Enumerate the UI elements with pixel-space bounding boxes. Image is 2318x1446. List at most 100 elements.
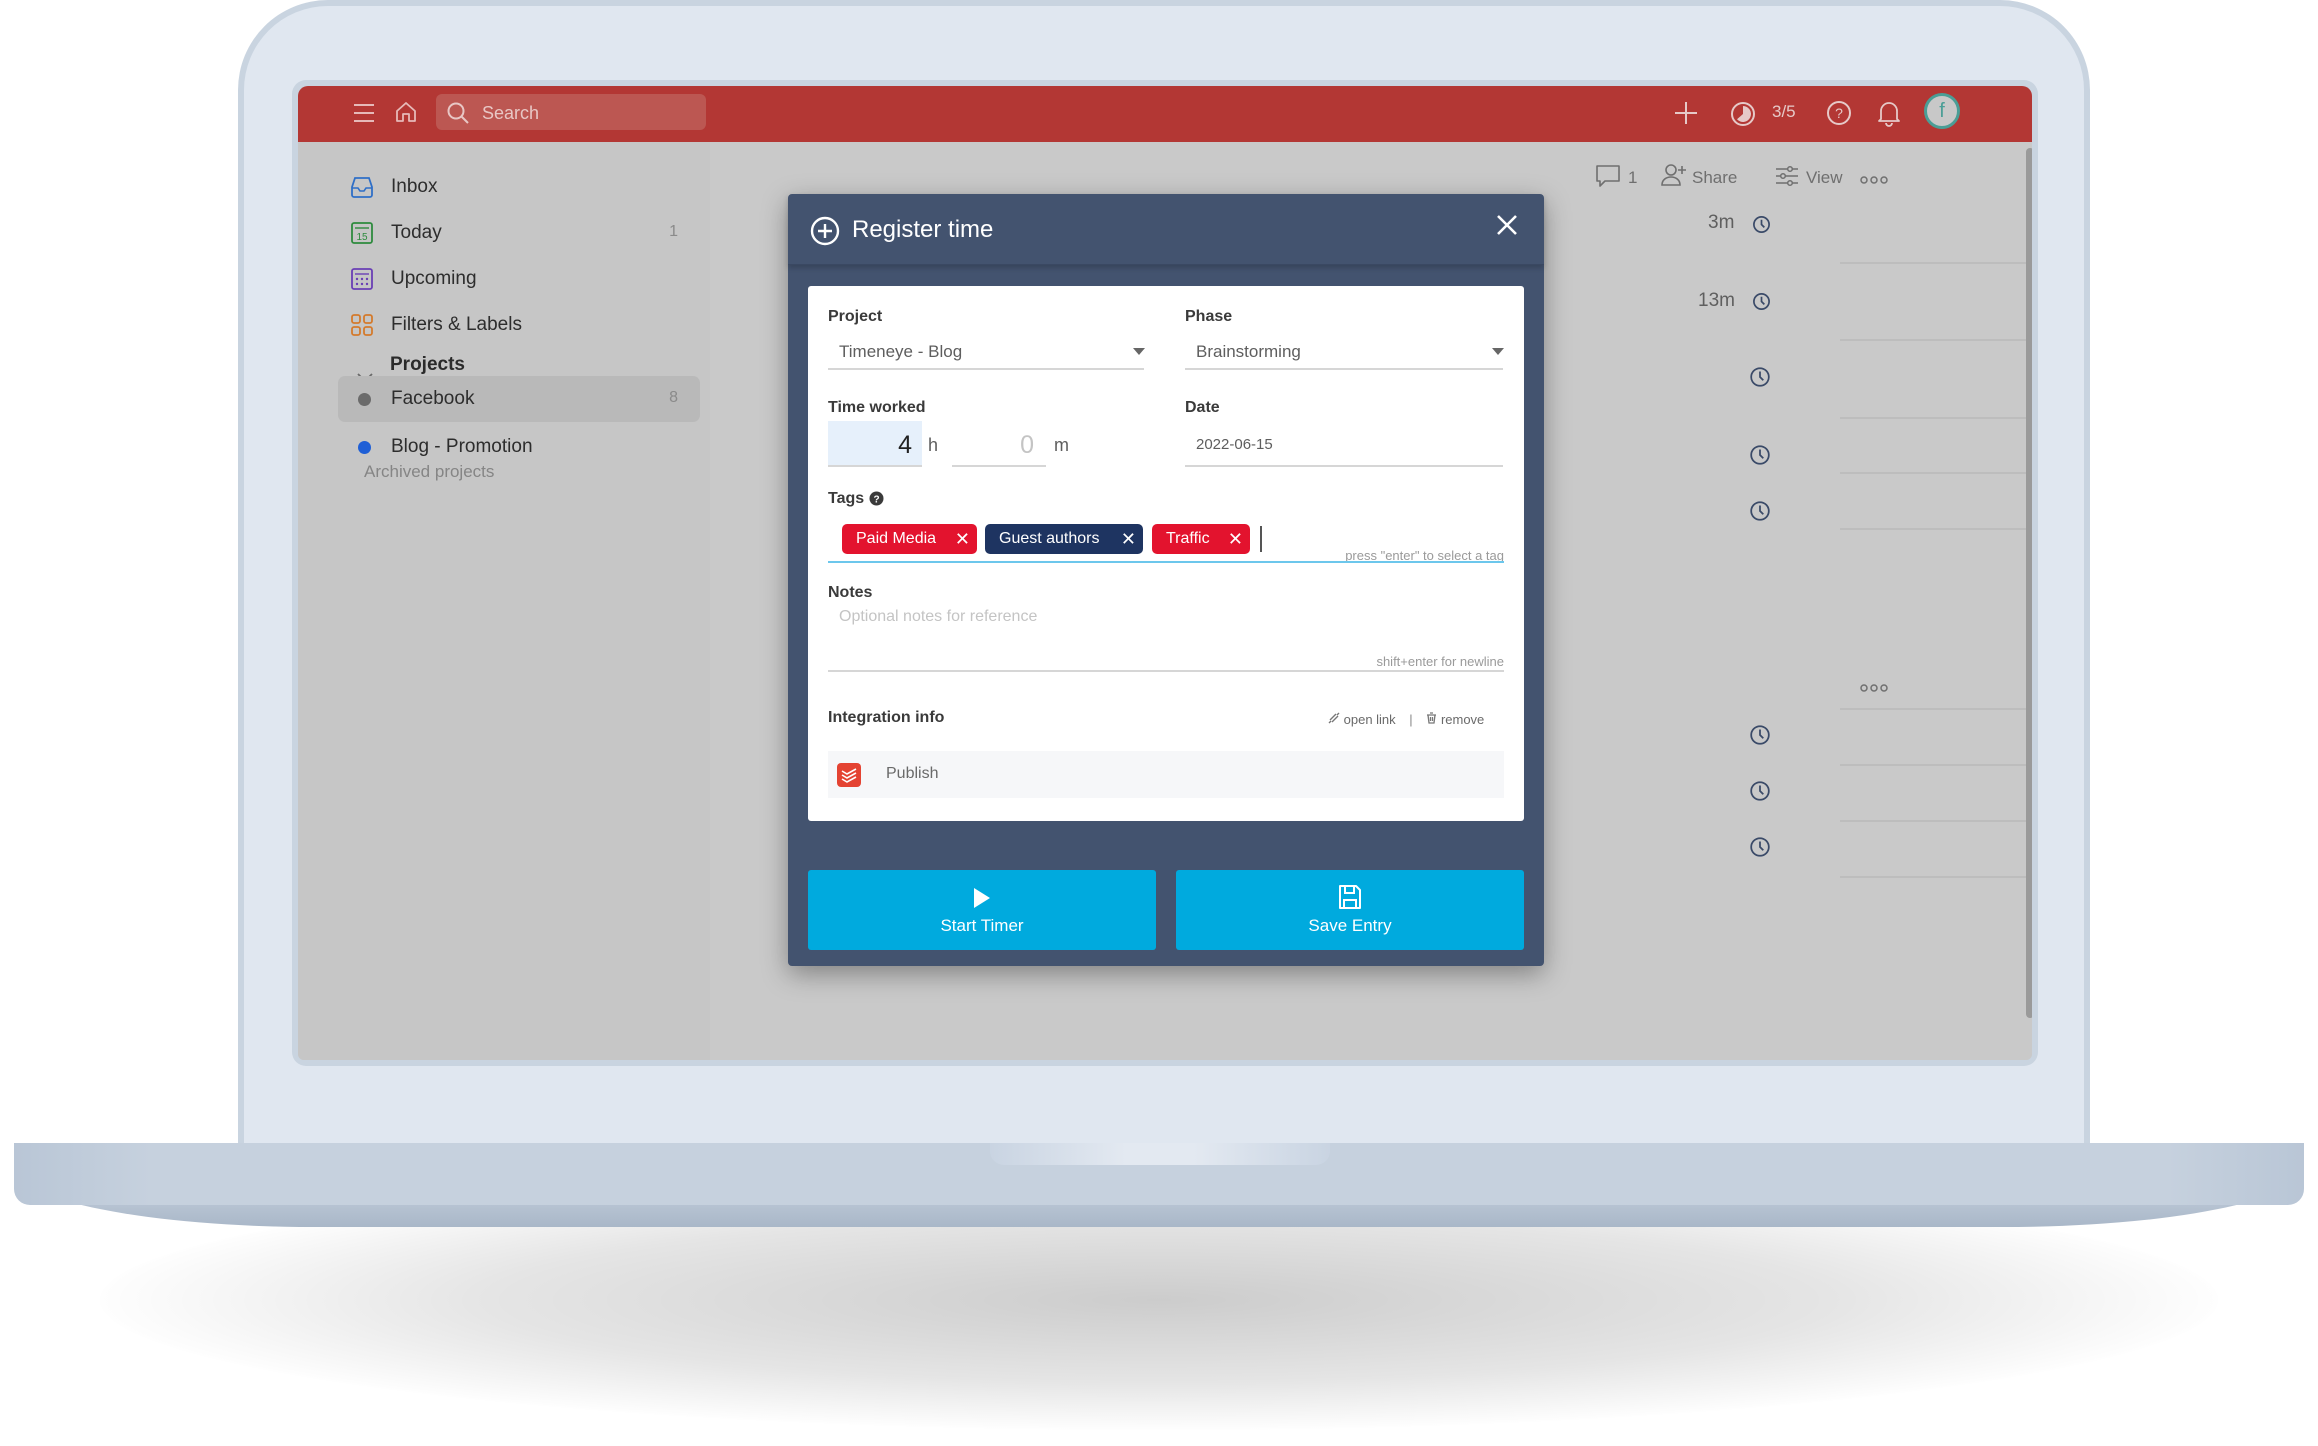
integration-item[interactable]: Publish [828, 751, 1504, 798]
row-divider [1840, 339, 2032, 341]
start-timer-button[interactable]: Start Timer [808, 870, 1156, 950]
field-underline [828, 368, 1144, 370]
project-select[interactable]: Timeneye - Blog [828, 330, 1145, 370]
top-bar: Search 3/5 ? f [298, 86, 2032, 142]
open-link-button[interactable]: open link [1344, 712, 1396, 727]
sidebar-item-today[interactable]: 15 Today 1 [338, 210, 700, 254]
scrollbar[interactable] [2026, 148, 2032, 1018]
clock-icon[interactable] [1749, 836, 1771, 858]
app-screen: Search 3/5 ? f Inbox 15 Today 1 Upcoming… [298, 86, 2032, 1060]
action-separator: | [1409, 712, 1413, 727]
home-icon[interactable] [394, 100, 418, 129]
remove-tag-icon[interactable]: ✕ [1121, 524, 1136, 554]
tag-chip[interactable]: Traffic ✕ [1152, 524, 1250, 554]
clock-icon[interactable] [1749, 780, 1771, 802]
view-settings-icon[interactable] [1775, 164, 1799, 193]
project-label: Facebook [391, 388, 475, 409]
row-divider [1840, 472, 2032, 474]
link-icon [1328, 712, 1344, 727]
archived-projects-link[interactable]: Archived projects [364, 462, 494, 482]
dropdown-caret-icon [1492, 348, 1504, 355]
sidebar-item-upcoming[interactable]: Upcoming [338, 256, 700, 300]
integration-actions: open link | remove [1328, 712, 1484, 730]
comments-count[interactable]: 1 [1628, 168, 1637, 188]
projects-header[interactable]: Projects [390, 354, 465, 376]
add-icon[interactable] [1673, 100, 1699, 131]
row-divider [1840, 876, 2032, 878]
clock-icon[interactable] [1749, 724, 1771, 746]
tag-chip[interactable]: Guest authors ✕ [985, 524, 1143, 554]
modal-form: Project Timeneye - Blog Phase Brainstorm… [808, 286, 1524, 821]
clock-icon[interactable] [1749, 500, 1771, 522]
svg-text:15: 15 [356, 232, 368, 243]
sidebar-project-facebook[interactable]: Facebook 8 [338, 376, 700, 422]
search-input[interactable]: Search [436, 94, 706, 130]
sidebar-item-filters-labels[interactable]: Filters & Labels [338, 302, 700, 346]
remove-tag-icon[interactable]: ✕ [1228, 524, 1243, 554]
close-icon[interactable] [1496, 214, 1518, 241]
search-placeholder: Search [482, 103, 540, 123]
calendar-upcoming-icon [351, 268, 373, 290]
project-label: Blog - Promotion [391, 436, 533, 457]
tags-underline [828, 561, 1504, 563]
clock-icon[interactable] [1752, 292, 1771, 311]
comment-icon[interactable] [1595, 164, 1621, 193]
play-icon [972, 886, 992, 915]
row-divider [1840, 764, 2032, 766]
clock-icon[interactable] [1752, 215, 1771, 234]
minutes-input[interactable]: 0 [952, 421, 1046, 467]
save-entry-button[interactable]: Save Entry [1176, 870, 1524, 950]
time-worked-label: Time worked [828, 399, 926, 416]
task-duration: 13m [1698, 290, 1735, 311]
field-underline [952, 465, 1046, 467]
row-divider [1840, 708, 2032, 710]
date-input[interactable]: 2022-06-15 [1185, 421, 1503, 467]
minutes-value: 0 [1020, 431, 1034, 459]
section-more-icon[interactable] [1860, 680, 1888, 698]
phase-label: Phase [1185, 308, 1233, 325]
start-timer-label: Start Timer [940, 916, 1024, 935]
share-icon[interactable] [1660, 162, 1688, 193]
sidebar-item-inbox[interactable]: Inbox [338, 164, 700, 208]
register-time-modal: Register time Project Timeneye - Blog Ph… [788, 194, 1544, 966]
row-divider [1840, 820, 2032, 822]
inbox-icon [351, 176, 373, 198]
modal-title: Register time [852, 216, 994, 243]
productivity-count[interactable]: 3/5 [1772, 102, 1796, 122]
help-icon[interactable]: ? [1826, 100, 1852, 131]
row-divider [1840, 417, 2032, 419]
hours-input[interactable]: 4 [828, 421, 922, 467]
laptop-notch [990, 1143, 1330, 1165]
remove-tag-icon[interactable]: ✕ [955, 524, 970, 554]
share-button[interactable]: Share [1692, 168, 1737, 188]
field-underline [1185, 368, 1503, 370]
sidebar-item-label: Inbox [391, 176, 438, 197]
project-label: Project [828, 308, 883, 325]
productivity-icon[interactable] [1730, 101, 1756, 132]
svg-text:?: ? [1835, 105, 1843, 121]
date-value: 2022-06-15 [1196, 436, 1273, 453]
filters-grid-icon [351, 314, 373, 336]
hours-unit: h [928, 435, 939, 455]
tag-chip[interactable]: Paid Media ✕ [842, 524, 977, 554]
notes-textarea[interactable]: Optional notes for reference shift+enter… [828, 604, 1504, 672]
notes-label: Notes [828, 584, 873, 601]
integration-item-label: Publish [886, 765, 939, 782]
bell-icon[interactable] [1876, 99, 1902, 132]
field-underline [828, 670, 1504, 672]
phase-select[interactable]: Brainstorming [1185, 330, 1504, 370]
clock-icon[interactable] [1749, 444, 1771, 466]
view-button[interactable]: View [1806, 168, 1843, 188]
project-value: Timeneye - Blog [839, 342, 963, 361]
integration-label: Integration info [828, 709, 945, 726]
remove-integration-button[interactable]: remove [1441, 712, 1484, 727]
clock-icon[interactable] [1749, 366, 1771, 388]
task-duration: 3m [1708, 212, 1735, 233]
help-circle-icon[interactable]: ? [869, 491, 884, 511]
menu-icon[interactable] [352, 102, 376, 129]
tag-label: Traffic [1166, 530, 1210, 547]
user-avatar[interactable]: f [1924, 93, 1960, 129]
field-underline [1185, 465, 1503, 467]
more-options-icon[interactable] [1860, 172, 1888, 190]
save-floppy-icon [1338, 884, 1362, 915]
